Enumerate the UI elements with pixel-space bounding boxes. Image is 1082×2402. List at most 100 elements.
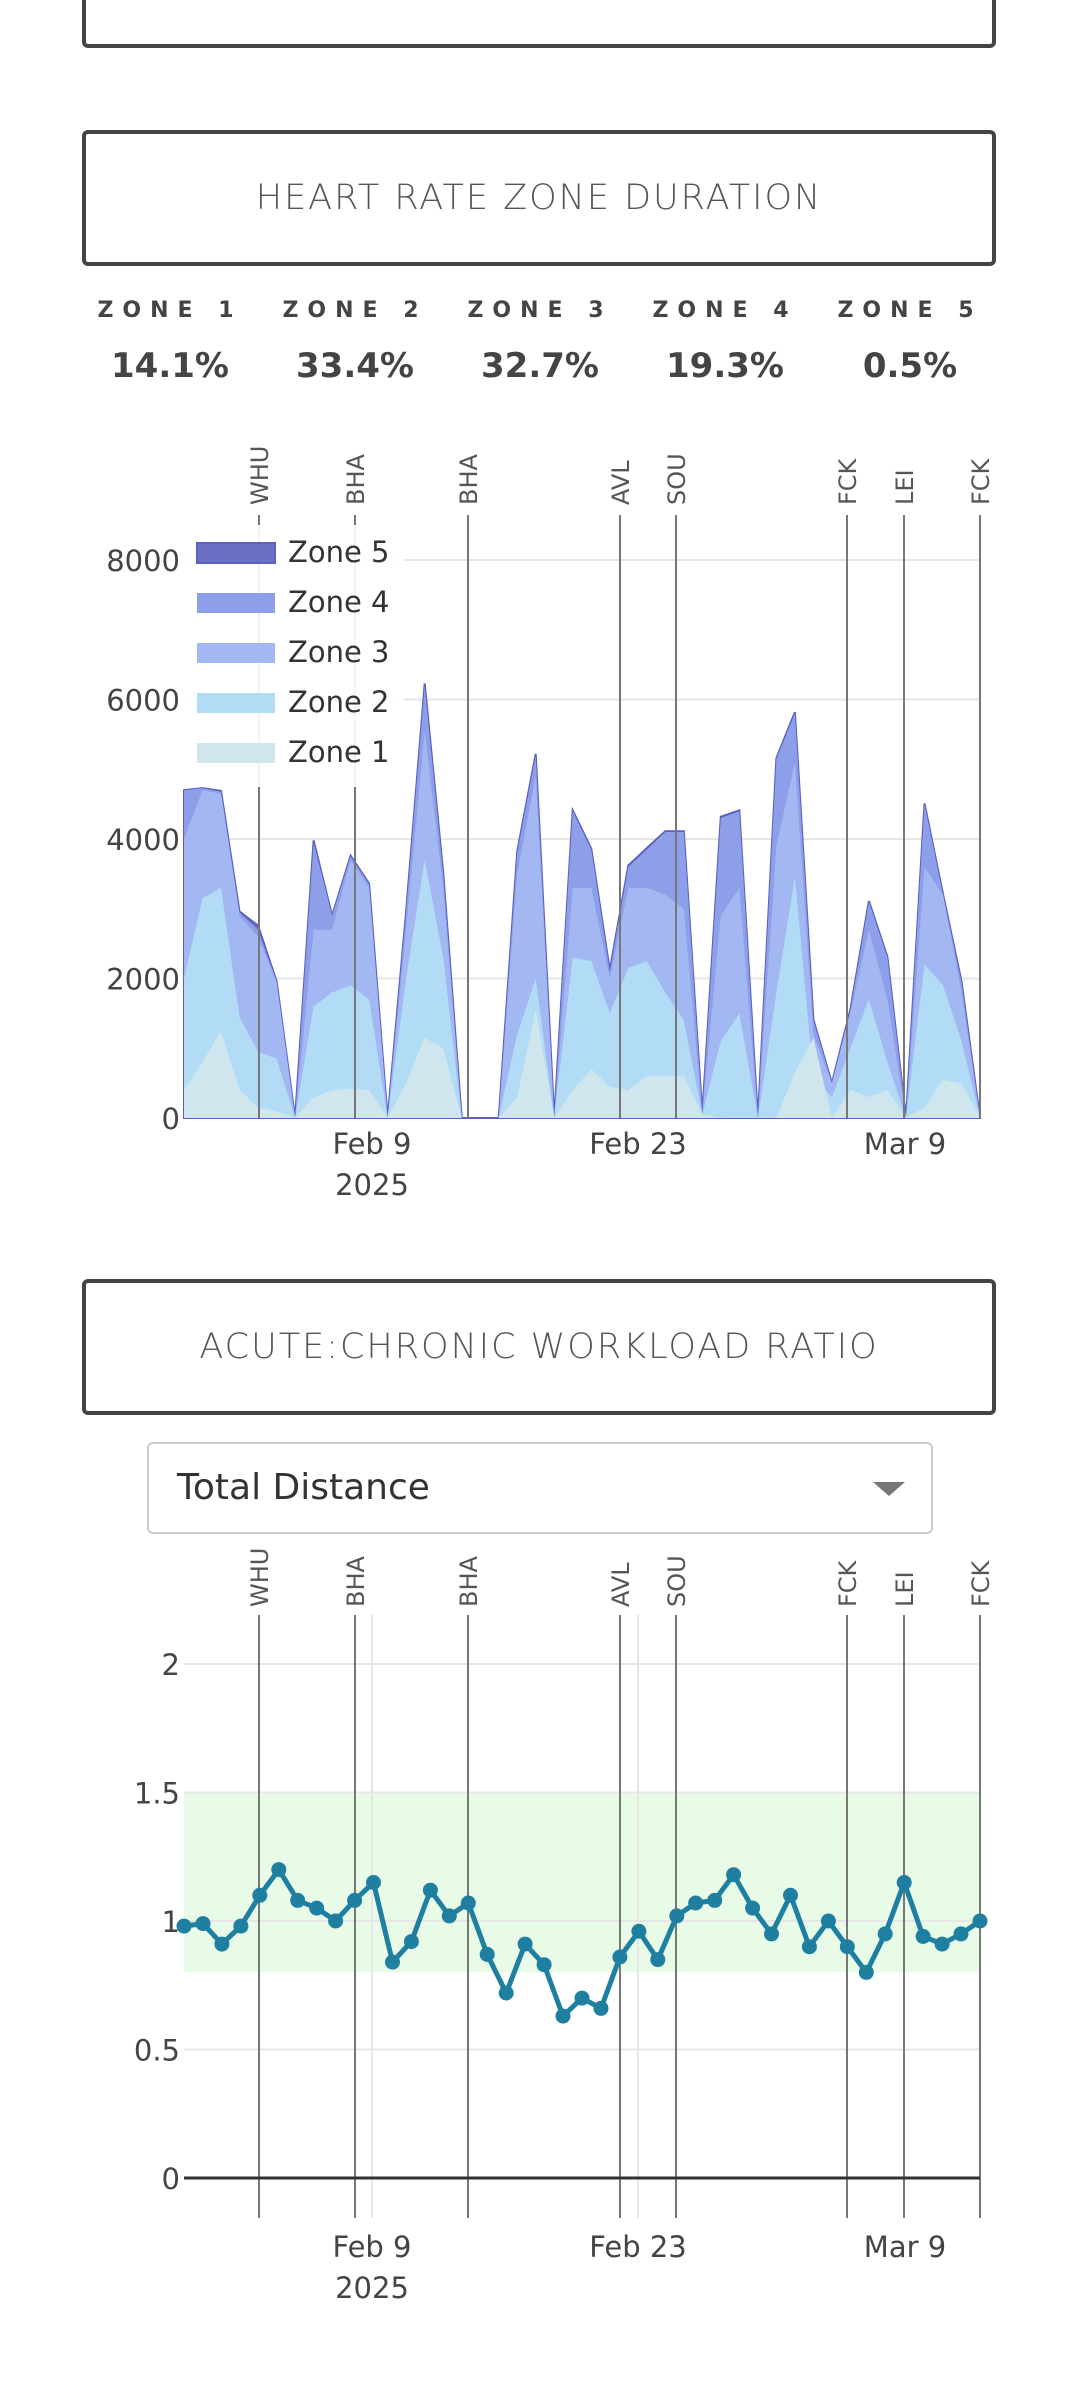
acwr-point bbox=[517, 1936, 533, 1952]
legend-label: Zone 4 bbox=[288, 585, 390, 619]
zone-percent: 32.7% bbox=[481, 346, 599, 386]
metric-dropdown-value: Total Distance bbox=[177, 1467, 430, 1508]
match-marker-label: BHA bbox=[455, 1555, 483, 1607]
acwr-point bbox=[309, 1900, 325, 1916]
acwr-point bbox=[555, 2008, 571, 2024]
acwr-point bbox=[896, 1875, 912, 1890]
acwr-point bbox=[366, 1875, 381, 1890]
y-tick-label: 0.5 bbox=[134, 2034, 180, 2068]
acwr-point bbox=[479, 1946, 495, 1962]
y-tick-label: 0 bbox=[162, 2162, 180, 2196]
legend-swatch bbox=[196, 542, 276, 564]
acwr-point bbox=[422, 1882, 438, 1898]
zone-label: ZONE 4 bbox=[652, 298, 798, 323]
match-marker-label: SOU bbox=[663, 453, 691, 505]
acwr-point bbox=[176, 1918, 192, 1934]
match-marker-label: FCK bbox=[967, 1559, 995, 1607]
match-marker-label: AVL bbox=[607, 1562, 635, 1607]
match-marker-label: FCK bbox=[834, 457, 862, 505]
hr-zone-title: HEART RATE ZONE DURATION bbox=[82, 130, 996, 266]
match-marker-label: AVL bbox=[607, 460, 635, 505]
acwr-point bbox=[612, 1949, 628, 1965]
legend-swatch bbox=[197, 693, 275, 713]
chevron-down-icon[interactable] bbox=[873, 1482, 905, 1496]
match-marker-label: FCK bbox=[967, 457, 995, 505]
x-axis-year: 2025 bbox=[335, 2271, 409, 2300]
match-marker-label: LEI bbox=[891, 469, 919, 505]
match-marker-label: WHU bbox=[246, 1548, 274, 1607]
zone-percent: 33.4% bbox=[296, 346, 414, 386]
zone-label: ZONE 1 bbox=[97, 298, 243, 323]
legend-label: Zone 3 bbox=[288, 635, 390, 669]
match-marker-label: WHU bbox=[246, 446, 274, 505]
y-tick-label: 6000 bbox=[106, 684, 180, 718]
x-tick-label: Feb 23 bbox=[589, 2230, 686, 2264]
legend-swatch bbox=[197, 743, 275, 763]
acwr-point bbox=[252, 1887, 268, 1903]
x-tick-label: Feb 9 bbox=[332, 1127, 411, 1161]
zone-percent: 19.3% bbox=[666, 346, 784, 386]
y-tick-label: 4000 bbox=[106, 823, 180, 857]
zone-percent: 14.1% bbox=[111, 346, 229, 386]
acwr-point bbox=[214, 1936, 230, 1952]
acwr-point bbox=[972, 1913, 988, 1929]
acwr-point bbox=[707, 1892, 723, 1908]
acwr-point bbox=[877, 1926, 893, 1942]
x-tick-label: Feb 9 bbox=[332, 2230, 411, 2264]
acwr-point bbox=[650, 1952, 666, 1968]
zone-label: ZONE 2 bbox=[282, 298, 428, 323]
y-tick-label: 0 bbox=[162, 1102, 180, 1136]
y-tick-label: 2 bbox=[162, 1648, 180, 1682]
acwr-point bbox=[764, 1926, 779, 1942]
y-tick-label: 8000 bbox=[106, 544, 180, 578]
x-tick-label: Mar 9 bbox=[864, 1127, 946, 1161]
legend-swatch bbox=[197, 643, 275, 663]
acwr-point bbox=[574, 1990, 590, 2006]
acwr-point bbox=[328, 1913, 344, 1929]
acwr-point bbox=[290, 1892, 306, 1908]
acwr-point bbox=[669, 1908, 685, 1924]
acwr-point bbox=[233, 1918, 249, 1934]
target-band bbox=[184, 1792, 980, 1973]
y-tick-label: 1.5 bbox=[134, 1777, 180, 1811]
match-marker-label: SOU bbox=[663, 1555, 691, 1607]
acwr-point bbox=[460, 1895, 476, 1911]
acwr-point bbox=[726, 1867, 742, 1883]
acwr-point bbox=[403, 1934, 419, 1950]
legend-swatch bbox=[197, 593, 275, 613]
acwr-point bbox=[783, 1887, 798, 1903]
match-marker-label: LEI bbox=[891, 1571, 919, 1607]
y-tick-label: 2000 bbox=[106, 963, 180, 997]
acwr-point bbox=[441, 1908, 457, 1924]
x-axis-year: 2025 bbox=[335, 1168, 409, 1202]
acwr-title: ACUTE:CHRONIC WORKLOAD RATIO bbox=[82, 1279, 996, 1415]
hr-zone-chart: 0 2000 4000 6000 8000 WHU BHA BHA AVL SOU FCK LEI FC… bbox=[106, 446, 995, 1202]
x-tick-label: Mar 9 bbox=[864, 2230, 946, 2264]
acwr-point bbox=[631, 1923, 647, 1939]
zone-percent: 0.5% bbox=[862, 346, 958, 386]
acwr-point bbox=[915, 1928, 931, 1944]
acwr-point bbox=[593, 2000, 609, 2016]
x-tick-label: Feb 23 bbox=[589, 1127, 686, 1161]
acwr-point bbox=[820, 1913, 836, 1929]
acwr-point bbox=[688, 1895, 704, 1911]
acwr-point bbox=[385, 1954, 400, 1970]
zone-label: ZONE 5 bbox=[837, 298, 983, 323]
acwr-point bbox=[953, 1926, 969, 1942]
previous-card bbox=[82, 0, 996, 48]
acwr-chart: 0 0.5 1 1.5 2 WHU BHA BHA AVL SOU FCK LEI FCK Feb 9 Fe… bbox=[134, 1548, 995, 2300]
acwr-point bbox=[839, 1939, 855, 1955]
match-marker-label: BHA bbox=[342, 1555, 370, 1607]
legend-label: Zone 5 bbox=[288, 535, 390, 569]
acwr-point bbox=[498, 1985, 514, 2001]
match-marker-label: BHA bbox=[342, 453, 370, 505]
match-marker-label: BHA bbox=[455, 453, 483, 505]
legend-label: Zone 2 bbox=[288, 685, 390, 719]
metric-dropdown[interactable]: Total Distance bbox=[147, 1442, 933, 1534]
acwr-point bbox=[347, 1892, 363, 1908]
acwr-point bbox=[858, 1964, 874, 1980]
acwr-point bbox=[801, 1939, 817, 1955]
acwr-point bbox=[195, 1916, 211, 1932]
acwr-point bbox=[536, 1957, 552, 1973]
y-tick-label: 1 bbox=[162, 1905, 180, 1939]
